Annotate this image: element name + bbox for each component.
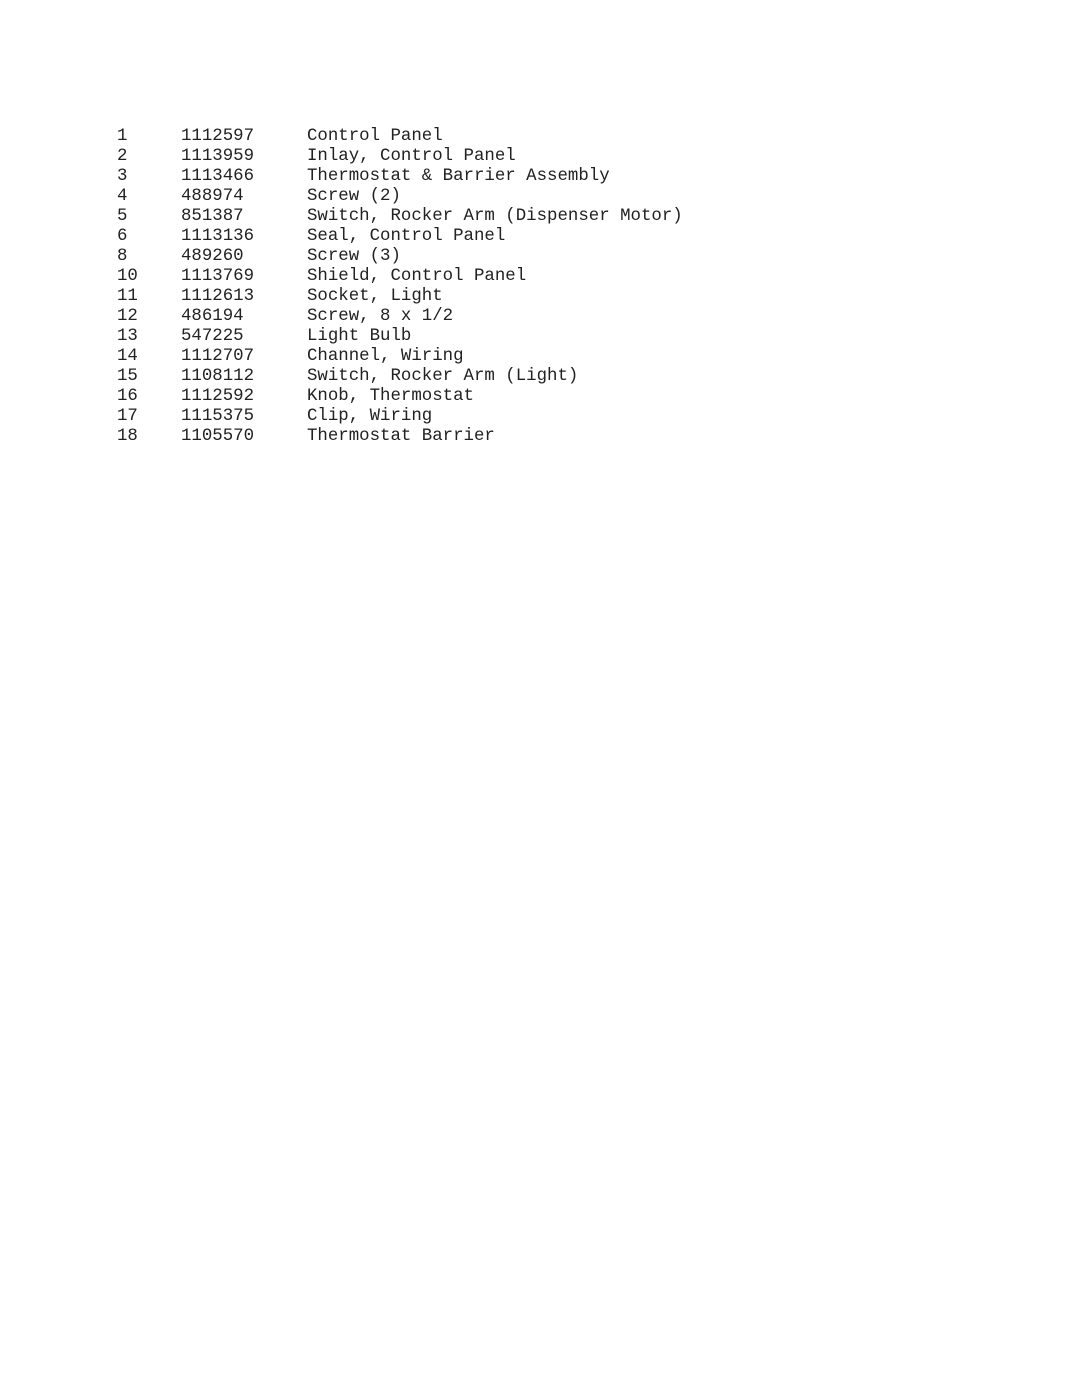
ref-number: 1 [117, 127, 128, 146]
part-number: 1108112 [181, 367, 255, 386]
part-description: Inlay, Control Panel [307, 147, 516, 166]
ref-number: 8 [117, 247, 128, 266]
part-number: 1113136 [181, 227, 255, 246]
part-number: 851387 [181, 207, 244, 226]
ref-number: 17 [117, 407, 138, 426]
ref-number: 14 [117, 347, 138, 366]
part-number: 1105570 [181, 427, 255, 446]
part-description: Shield, Control Panel [307, 267, 527, 286]
part-description: Seal, Control Panel [307, 227, 506, 246]
part-description: Screw (2) [307, 187, 401, 206]
part-description: Screw (3) [307, 247, 401, 266]
part-number: 1113466 [181, 167, 255, 186]
part-description: Channel, Wiring [307, 347, 464, 366]
part-number: 1112613 [181, 287, 255, 306]
part-number: 1113769 [181, 267, 255, 286]
part-number: 1112707 [181, 347, 255, 366]
ref-number: 5 [117, 207, 128, 226]
ref-number: 15 [117, 367, 138, 386]
part-description: Thermostat Barrier [307, 427, 495, 446]
ref-number: 16 [117, 387, 138, 406]
part-number: 1112597 [181, 127, 255, 146]
ref-number: 18 [117, 427, 138, 446]
part-description: Knob, Thermostat [307, 387, 474, 406]
part-description: Socket, Light [307, 287, 443, 306]
part-description: Control Panel [307, 127, 443, 146]
part-number: 486194 [181, 307, 244, 326]
part-number: 1112592 [181, 387, 255, 406]
part-number: 1115375 [181, 407, 255, 426]
ref-number: 3 [117, 167, 128, 186]
ref-number: 4 [117, 187, 128, 206]
ref-number: 2 [117, 147, 128, 166]
part-number: 489260 [181, 247, 244, 266]
ref-number: 13 [117, 327, 138, 346]
part-description: Switch, Rocker Arm (Dispenser Motor) [307, 207, 683, 226]
part-number: 547225 [181, 327, 244, 346]
ref-number: 10 [117, 267, 138, 286]
part-description: Clip, Wiring [307, 407, 433, 426]
ref-number: 12 [117, 307, 138, 326]
part-description: Screw, 8 x 1/2 [307, 307, 454, 326]
ref-number: 6 [117, 227, 128, 246]
part-description: Thermostat & Barrier Assembly [307, 167, 610, 186]
part-description: Light Bulb [307, 327, 412, 346]
ref-number: 11 [117, 287, 138, 306]
part-description: Switch, Rocker Arm (Light) [307, 367, 579, 386]
part-number: 488974 [181, 187, 244, 206]
part-number: 1113959 [181, 147, 255, 166]
